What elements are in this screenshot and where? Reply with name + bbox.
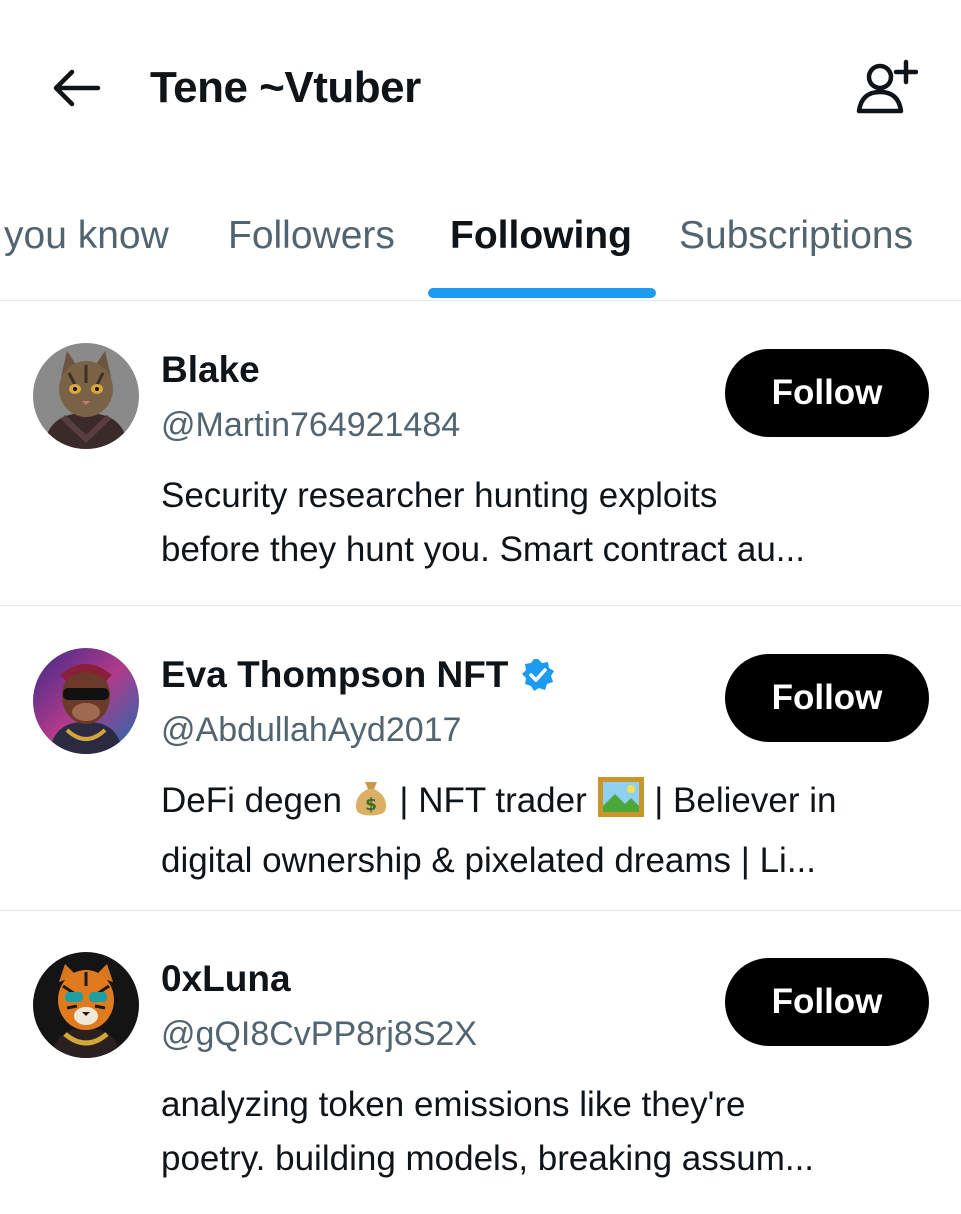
framed-picture-icon [597,776,645,834]
user-name[interactable]: 0xLuna [161,956,291,1002]
user-row[interactable]: 0xLuna @gQI8CvPP8rj8S2X Follow analyzing… [0,910,961,1214]
tab-following[interactable]: Following [450,212,632,260]
verified-badge-icon [520,657,556,693]
active-tab-indicator [428,288,656,298]
user-bio: DeFi degen $ | NFT trader | Believer in … [161,774,936,888]
add-user-button[interactable] [850,56,922,120]
follow-button[interactable]: Follow [725,958,929,1046]
user-name[interactable]: Eva Thompson NFT [161,652,556,698]
page-title: Tene ~Vtuber [150,63,421,112]
user-handle[interactable]: @AbdullahAyd2017 [161,708,461,752]
user-name[interactable]: Blake [161,347,260,393]
user-row[interactable]: Blake @Martin764921484 Follow Security r… [0,301,961,606]
avatar[interactable] [33,343,139,449]
ape-avatar-icon [33,648,139,754]
tiger-avatar-icon [33,952,139,1058]
tab-followers[interactable]: Followers [228,212,395,260]
add-user-icon [856,59,918,114]
arrow-left-icon [53,69,101,107]
user-bio: analyzing token emissions like they're p… [161,1085,815,1178]
svg-text:$: $ [365,795,377,815]
back-button[interactable] [46,58,106,118]
follow-button[interactable]: Follow [725,349,929,437]
user-bio: Security researcher hunting exploits bef… [161,476,805,569]
tab-people-you-know[interactable]: you know [4,212,169,260]
user-row[interactable]: Eva Thompson NFT @AbdullahAyd2017 Follow… [0,606,961,911]
user-handle[interactable]: @Martin764921484 [161,403,460,447]
avatar[interactable] [33,648,139,754]
follow-button[interactable]: Follow [725,654,929,742]
tab-bar: you know Followers Following Subscriptio… [0,200,961,301]
top-bar: Tene ~Vtuber [0,0,961,170]
cat-avatar-icon [33,343,139,449]
money-bag-icon: $ [352,778,390,834]
avatar[interactable] [33,952,139,1058]
user-handle[interactable]: @gQI8CvPP8rj8S2X [161,1012,477,1056]
tab-subscriptions[interactable]: Subscriptions [679,212,913,260]
